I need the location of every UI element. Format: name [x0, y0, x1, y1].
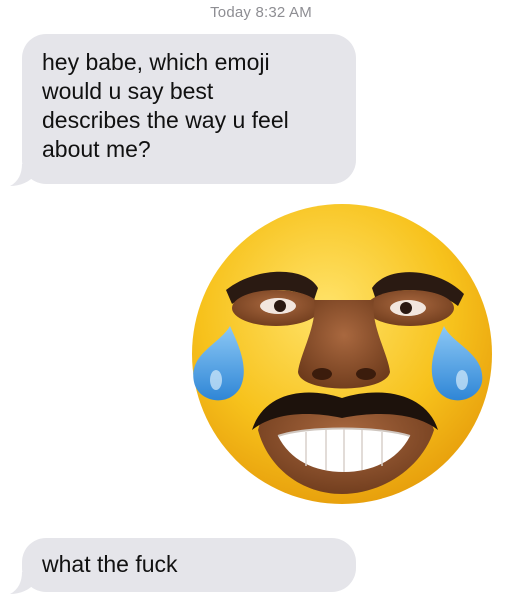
- message-thread: Today 8:32 AM hey babe, which emoji woul…: [0, 0, 522, 602]
- message-bubble-incoming[interactable]: what the fuck: [22, 538, 356, 592]
- message-text: hey babe, which emoji would u say best d…: [42, 49, 289, 162]
- bubble-tail: [10, 164, 36, 186]
- emoji-image-message[interactable]: [186, 204, 498, 516]
- message-text: what the fuck: [42, 551, 178, 577]
- message-timestamp: Today 8:32 AM: [210, 4, 312, 21]
- crying-laughing-emoji-icon: [192, 204, 492, 504]
- message-bubble-incoming[interactable]: hey babe, which emoji would u say best d…: [22, 34, 356, 184]
- bubble-tail: [10, 572, 36, 594]
